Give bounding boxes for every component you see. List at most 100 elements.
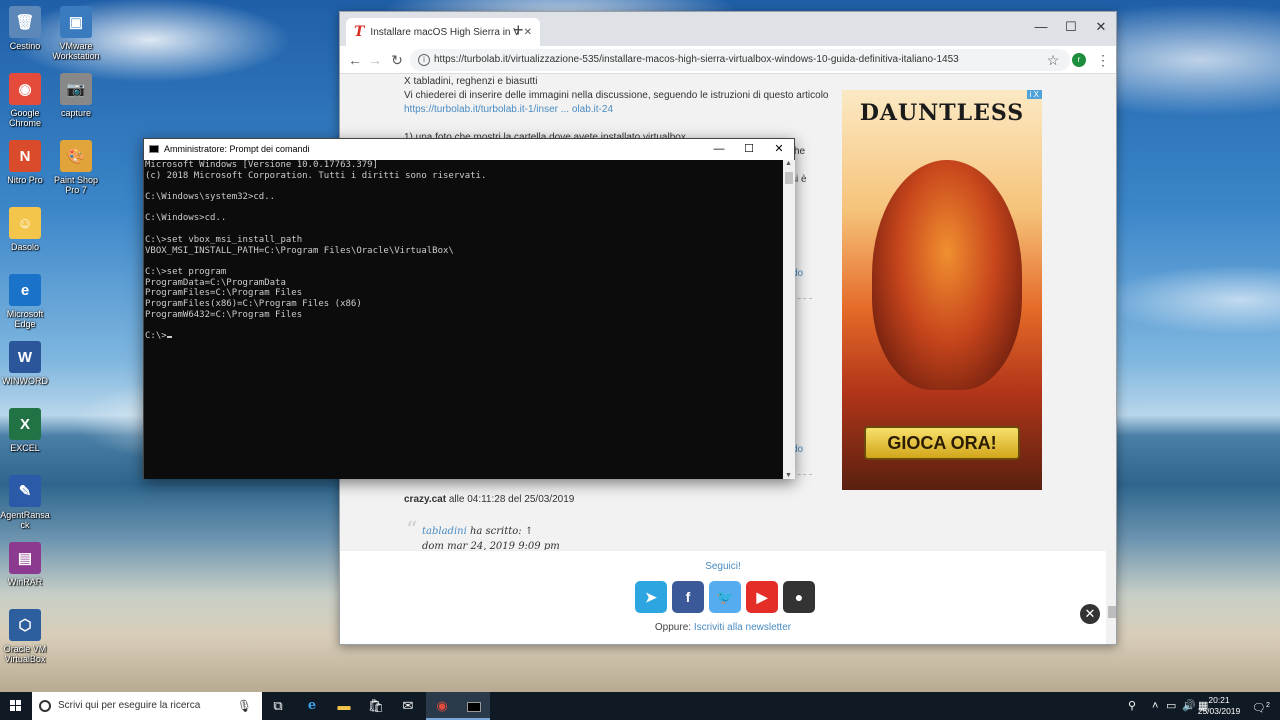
- app-icon: ⬡: [9, 609, 41, 641]
- ad-cta-button[interactable]: GIOCA ORA!: [864, 426, 1020, 460]
- divider: [792, 298, 812, 299]
- console-scrollbar[interactable]: ▲ ▼: [783, 160, 795, 479]
- twitter-button[interactable]: 🐦: [709, 581, 741, 613]
- desktop-icon[interactable]: ✎ AgentRansack: [0, 475, 50, 530]
- notification-count: 2: [1265, 702, 1270, 709]
- desktop-icon[interactable]: 🎨 Paint Shop Pro 7: [51, 140, 101, 195]
- desktop-icon[interactable]: W WINWORD: [0, 341, 50, 386]
- desktop-icon[interactable]: ⬡ Oracle VM VirtualBox: [0, 609, 50, 664]
- console-line: ProgramFiles(x86)=C:\Program Files (x86): [145, 298, 362, 309]
- desktop-icon[interactable]: e Microsoft Edge: [0, 274, 50, 329]
- desktop-icon[interactable]: 📷 capture: [51, 73, 101, 118]
- microphone-icon[interactable]: 🎙: [237, 692, 252, 720]
- cmd-close-button[interactable]: ✕: [764, 139, 794, 160]
- console-line: ProgramFiles=C:\Program Files: [145, 288, 303, 299]
- desktop-icon-label: WINWORD: [2, 376, 48, 386]
- adchoices-badge[interactable]: i X: [1026, 90, 1042, 99]
- menu-dots-icon[interactable]: ⋮: [1093, 50, 1113, 70]
- file-explorer-icon[interactable]: ▬: [328, 692, 360, 720]
- clock-date: 25/03/2019: [1197, 706, 1241, 716]
- browser-toolbar: ← → ↻ i https://turbolab.it/virtualizzaz…: [340, 46, 1116, 74]
- desktop-icon-label: VMware Workstation: [52, 41, 100, 61]
- tab-title: Installare macOS High Sierra in V: [370, 26, 518, 38]
- desktop-icon[interactable]: X EXCEL: [0, 408, 50, 453]
- url-text: https://turbolab.it/virtualizzazione-535…: [434, 54, 959, 65]
- store-icon[interactable]: 🛍: [360, 692, 392, 720]
- post-author[interactable]: crazy.cat: [404, 494, 446, 505]
- quote-user[interactable]: tabladini: [422, 526, 467, 537]
- show-hidden-icons-chevron-icon[interactable]: ˄: [1152, 692, 1158, 720]
- maximize-button[interactable]: ☐: [1056, 16, 1086, 38]
- cmd-titlebar[interactable]: Amministratore: Prompt dei comandi: [144, 139, 794, 160]
- desktop-icon[interactable]: 🗑 Cestino: [0, 6, 50, 51]
- desktop-icon-label: WinRAR: [7, 577, 43, 587]
- reload-icon[interactable]: ↻: [387, 50, 407, 70]
- site-info-icon[interactable]: i: [418, 54, 430, 66]
- facebook-button[interactable]: f: [672, 581, 704, 613]
- bookmark-star-icon[interactable]: ☆: [1043, 50, 1063, 70]
- scrollbar-thumb[interactable]: [1108, 606, 1116, 618]
- youtube-button[interactable]: ▶: [746, 581, 778, 613]
- taskbar-search-box[interactable]: Scrivi qui per eseguire la ricerca 🎙: [32, 692, 262, 720]
- cmd-taskbar-icon[interactable]: [458, 692, 490, 720]
- mail-icon[interactable]: ✉: [392, 692, 424, 720]
- console-prompt-line: C:\>: [145, 331, 783, 342]
- start-button[interactable]: [0, 692, 32, 720]
- back-icon[interactable]: ←: [345, 50, 365, 70]
- people-icon[interactable]: ⚲: [1128, 692, 1136, 720]
- desktop-icon[interactable]: ◉ Google Chrome: [0, 73, 50, 128]
- telegram-button[interactable]: ➤: [635, 581, 667, 613]
- profile-avatar[interactable]: r: [1072, 53, 1086, 67]
- address-bar[interactable]: i https://turbolab.it/virtualizzazione-5…: [410, 49, 1070, 71]
- new-tab-button[interactable]: +: [513, 20, 524, 41]
- follow-title: Seguici!: [705, 561, 741, 572]
- edge-taskbar-icon[interactable]: e: [296, 692, 328, 720]
- dragon-artwork: [872, 160, 1022, 390]
- task-view-icon[interactable]: ⧉: [262, 692, 294, 720]
- cmd-minimize-button[interactable]: —: [704, 139, 734, 160]
- cmd-title: Amministratore: Prompt dei comandi: [164, 144, 310, 154]
- advertisement-banner[interactable]: i X DAUNTLESS GIOCA ORA!: [842, 90, 1042, 490]
- network-icon[interactable]: ▭: [1166, 692, 1176, 720]
- article-link[interactable]: https://turbolab.it/turbolab.it-1/inser …: [404, 104, 613, 115]
- close-button[interactable]: ✕: [1086, 16, 1116, 38]
- tab-bar: T Installare macOS High Sierra in V ✕ + …: [340, 12, 1116, 46]
- windows-logo-icon: [10, 700, 21, 711]
- cmd-maximize-button[interactable]: ☐: [734, 139, 764, 160]
- post-author-line: crazy.cat alle 04:11:28 del 25/03/2019: [404, 494, 574, 505]
- console-output[interactable]: Microsoft Windows [Versione 10.0.17763.3…: [144, 160, 783, 479]
- newsletter-prefix: Oppure:: [654, 622, 694, 633]
- tab-close-icon[interactable]: ✕: [524, 27, 532, 38]
- taskbar: Scrivi qui per eseguire la ricerca 🎙 ⧉ e…: [0, 692, 1280, 720]
- github-button[interactable]: ●: [783, 581, 815, 613]
- scroll-up-icon[interactable]: ▲: [785, 160, 792, 167]
- desktop-icon[interactable]: ▣ VMware Workstation: [51, 6, 101, 61]
- newsletter-link[interactable]: Iscriviti alla newsletter: [694, 622, 791, 633]
- desktop-icon[interactable]: ☺ Dasolo: [0, 207, 50, 252]
- desktop-icon-label: Cestino: [9, 41, 41, 51]
- browser-tab[interactable]: T Installare macOS High Sierra in V ✕: [346, 18, 540, 46]
- chrome-taskbar-icon[interactable]: ◉: [426, 692, 458, 720]
- scroll-down-icon[interactable]: ▼: [785, 472, 792, 479]
- clock[interactable]: 20:21 25/03/2019: [1194, 695, 1244, 717]
- close-follow-bar-icon[interactable]: ✕: [1080, 604, 1100, 624]
- ad-brand: DAUNTLESS: [859, 100, 1025, 126]
- app-icon: 🗑: [9, 6, 41, 38]
- console-line: C:\Windows\system32>cd..: [145, 192, 276, 203]
- minimize-button[interactable]: —: [1026, 16, 1056, 38]
- command-prompt-window: Amministratore: Prompt dei comandi — ☐ ✕…: [143, 138, 795, 479]
- console-line: VBOX_MSI_INSTALL_PATH=C:\Program Files\O…: [145, 245, 454, 256]
- quote-header: tabladini ha scritto: ↑: [422, 526, 533, 537]
- page-scrollbar[interactable]: [1106, 74, 1116, 644]
- desktop-icon[interactable]: ▤ WinRAR: [0, 542, 50, 587]
- forward-icon[interactable]: →: [365, 50, 385, 70]
- notifications-icon[interactable]: 🗨2: [1252, 692, 1270, 720]
- console-line: Microsoft Windows [Versione 10.0.17763.3…: [145, 160, 378, 170]
- console-scroll-thumb[interactable]: [785, 172, 793, 184]
- desktop-icon[interactable]: N Nitro Pro: [0, 140, 50, 185]
- desktop-icon-label: AgentRansack: [0, 510, 50, 530]
